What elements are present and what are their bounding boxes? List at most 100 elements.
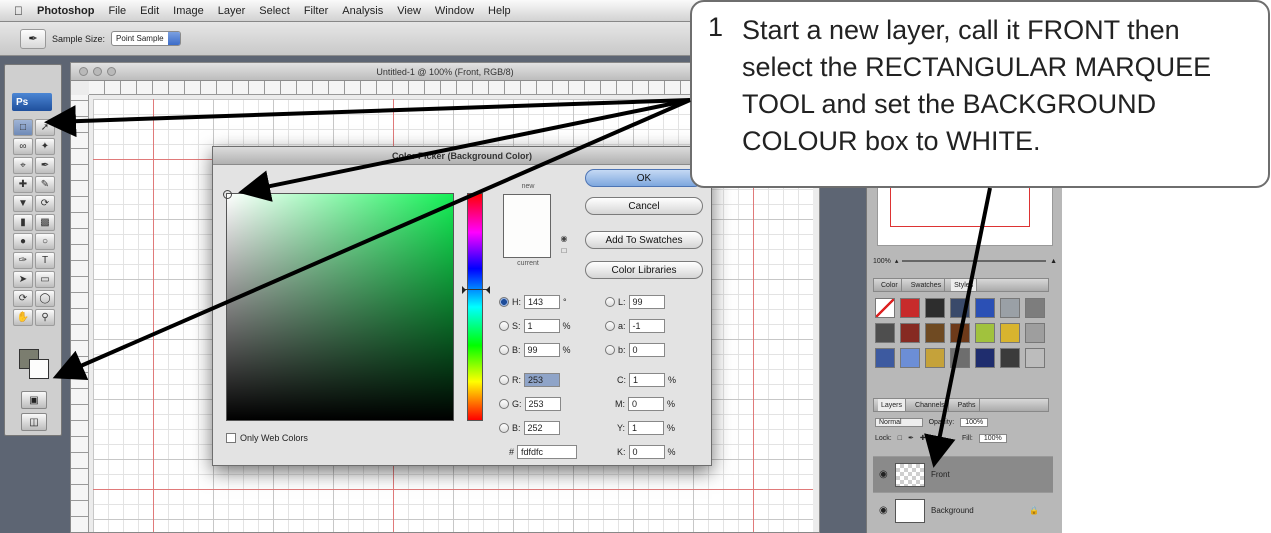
style-swatch[interactable] [975,323,995,343]
style-swatch[interactable] [900,348,920,368]
zoom-slider[interactable] [902,260,1047,262]
style-swatch[interactable] [950,323,970,343]
eyedropper-tool[interactable]: ✒ [35,157,55,174]
path-selection-tool[interactable]: ➤ [13,271,33,288]
menu-layer[interactable]: Layer [218,5,246,17]
hue-slider[interactable] [462,193,490,421]
clone-stamp-tool[interactable]: ▼ [13,195,33,212]
brush-tool[interactable]: ✎ [35,176,55,193]
style-swatch[interactable] [875,323,895,343]
ok-button[interactable]: OK [585,169,703,187]
tab-swatches[interactable]: Swatches [908,279,946,291]
ruler-left[interactable] [71,95,89,532]
move-tool[interactable]: ➚ [35,119,55,136]
radio-lab-b[interactable] [605,345,615,355]
style-swatch[interactable] [1025,298,1045,318]
menu-app-name[interactable]: Photoshop [37,5,94,17]
blur-tool[interactable]: ● [13,233,33,250]
zoom-tool[interactable]: ⚲ [35,309,55,326]
magic-wand-tool[interactable]: ✦ [35,138,55,155]
minimize-window-button[interactable] [93,67,102,76]
menu-image[interactable]: Image [173,5,204,17]
color-marker[interactable] [223,190,232,199]
gamut-cube-icon[interactable]: ◉ [559,233,569,243]
menu-filter[interactable]: Filter [304,5,328,17]
input-s[interactable]: 1 [523,319,560,333]
screen-mode-button[interactable]: ◫ [21,413,47,431]
dodge-tool[interactable]: ○ [35,233,55,250]
style-swatch[interactable] [950,298,970,318]
input-m[interactable]: 0 [628,397,664,411]
menu-analysis[interactable]: Analysis [342,5,383,17]
radio-a[interactable] [605,321,615,331]
apple-icon[interactable]:  [14,4,23,18]
menu-select[interactable]: Select [259,5,290,17]
fill-input[interactable]: 100% [978,433,1007,443]
crop-tool[interactable]: ⌖ [13,157,33,174]
tab-color[interactable]: Color [878,279,902,291]
radio-b[interactable] [499,345,509,355]
opacity-input[interactable]: 100% [960,417,989,427]
style-swatch[interactable] [925,298,945,318]
menu-view[interactable]: View [397,5,421,17]
input-r[interactable]: 253 [524,373,560,387]
only-web-colors-option[interactable]: Only Web Colors [226,433,308,443]
style-swatch[interactable] [1000,323,1020,343]
lock-all-icon[interactable]: ■ [932,435,936,442]
tab-paths[interactable]: Paths [955,399,980,411]
menu-file[interactable]: File [108,5,126,17]
rectangular-marquee-tool[interactable]: □ [13,119,33,136]
type-tool[interactable]: T [35,252,55,269]
style-swatch[interactable] [975,298,995,318]
tab-layers[interactable]: Layers [878,399,907,411]
input-y[interactable]: 1 [628,421,665,435]
lock-transparency-icon[interactable]: □ [898,435,902,442]
input-h[interactable]: 143 [524,295,560,309]
tab-styles[interactable]: Styles [951,279,978,291]
eye-icon[interactable]: ◉ [879,469,889,480]
radio-l[interactable] [605,297,615,307]
style-swatch[interactable] [875,298,895,318]
background-color-swatch[interactable] [29,359,49,379]
color-libraries-button[interactable]: Color Libraries [585,261,703,279]
input-l[interactable]: 99 [628,295,665,309]
lock-image-icon[interactable]: ✒ [908,434,914,442]
style-swatch[interactable] [1000,298,1020,318]
input-c[interactable]: 1 [629,373,665,387]
3d-orbit-tool[interactable]: ◯ [35,290,55,307]
zoom-in-icon[interactable]: ▲ [1050,258,1057,265]
input-lab-b[interactable]: 0 [628,343,665,357]
style-swatch[interactable] [1000,348,1020,368]
style-swatch[interactable] [950,348,970,368]
add-to-swatches-button[interactable]: Add To Swatches [585,231,703,249]
radio-h[interactable] [499,297,509,307]
input-g[interactable]: 253 [524,397,561,411]
saturation-brightness-field[interactable] [223,190,454,421]
tab-channels[interactable]: Channels [912,399,949,411]
only-web-colors-checkbox[interactable] [226,433,236,443]
current-color-swatch[interactable] [503,226,551,258]
eyedropper-tool-preset[interactable]: ✒ [20,28,46,49]
radio-r[interactable] [499,375,509,385]
style-swatch[interactable] [900,323,920,343]
lock-position-icon[interactable]: ✚ [920,434,926,442]
sample-size-select[interactable]: Point Sample [111,31,181,46]
input-b[interactable]: 99 [523,343,560,357]
input-hex[interactable]: fdfdfc [517,445,578,459]
zoom-value[interactable]: 100% [873,258,891,265]
blend-mode-select[interactable]: Normal [875,417,923,427]
style-swatch[interactable] [925,348,945,368]
quick-mask-button[interactable]: ▣ [21,391,47,409]
style-swatch[interactable] [925,323,945,343]
cancel-button[interactable]: Cancel [585,197,703,215]
layer-name-front[interactable]: Front [931,470,950,479]
zoom-out-icon[interactable]: ▴ [895,257,899,265]
style-swatch[interactable] [900,298,920,318]
menu-help[interactable]: Help [488,5,511,17]
input-k[interactable]: 0 [628,445,665,459]
style-swatch[interactable] [875,348,895,368]
history-brush-tool[interactable]: ⟳ [35,195,55,212]
web-safe-cube-icon[interactable]: □ [559,245,569,255]
radio-blue[interactable] [499,423,509,433]
menu-edit[interactable]: Edit [140,5,159,17]
